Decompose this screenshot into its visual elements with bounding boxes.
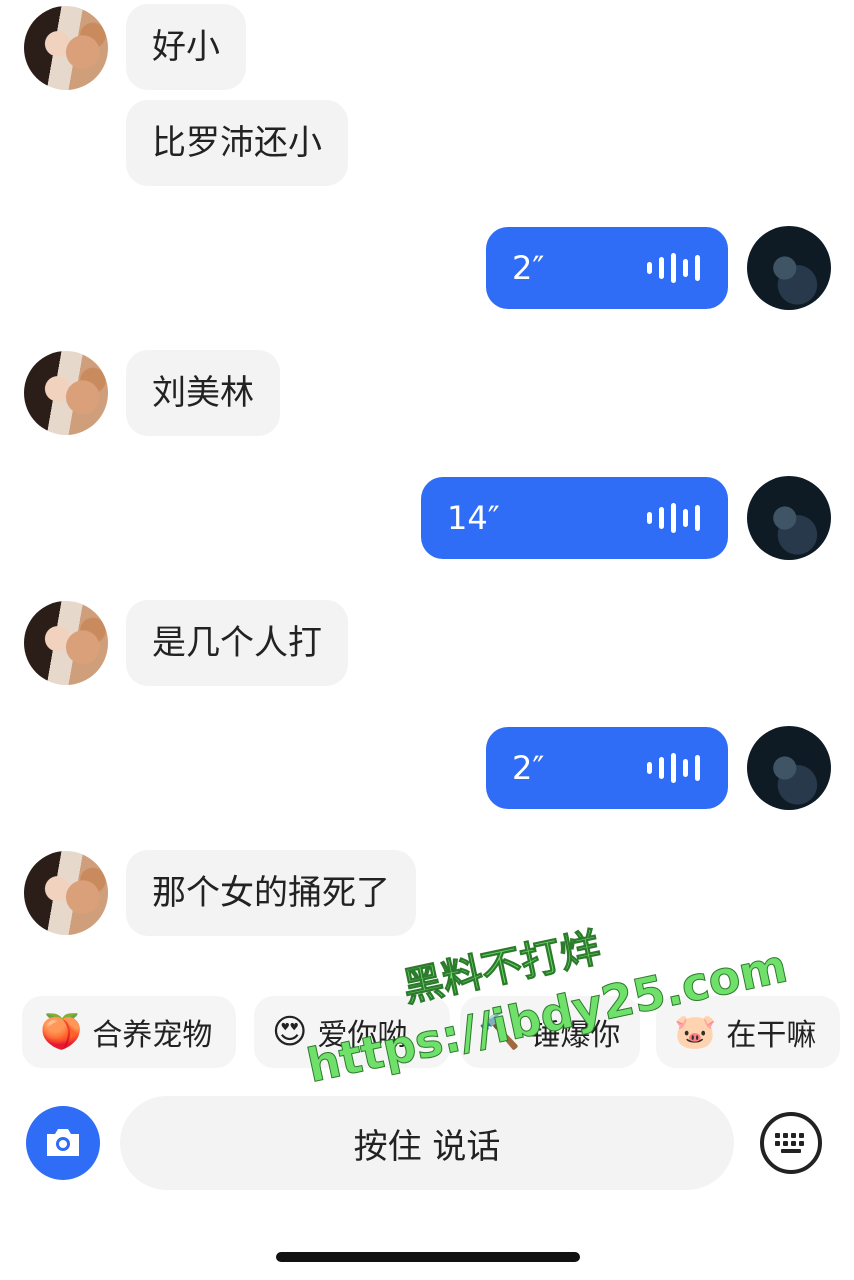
incoming-message-bubble[interactable]: 那个女的捅死了 — [126, 850, 416, 936]
quick-reply-chip[interactable]: 🍑 合养宠物 — [22, 996, 236, 1068]
contact-avatar[interactable] — [24, 601, 108, 685]
outgoing-voice-message[interactable]: 2″ — [486, 727, 728, 809]
voice-wave-icon — [647, 503, 700, 533]
voice-wave-icon — [647, 753, 700, 783]
camera-icon — [47, 1129, 79, 1156]
my-avatar[interactable] — [747, 726, 831, 810]
my-avatar[interactable] — [747, 226, 831, 310]
incoming-message-bubble[interactable]: 是几个人打 — [126, 600, 348, 686]
chip-label: 爱你呦 — [317, 1018, 408, 1053]
keyboard-toggle-button[interactable] — [760, 1112, 822, 1174]
watermark-line: 黑料不打烊 — [399, 924, 605, 1012]
voice-duration: 2″ — [512, 749, 545, 787]
incoming-message-bubble[interactable]: 好小 — [126, 4, 246, 90]
quick-reply-chip[interactable]: 🐷 在干嘛 — [656, 996, 840, 1068]
outgoing-voice-message[interactable]: 2″ — [486, 227, 728, 309]
home-indicator[interactable] — [276, 1252, 580, 1262]
incoming-message-bubble[interactable]: 比罗沛还小 — [126, 100, 348, 186]
incoming-message-bubble[interactable]: 刘美林 — [126, 350, 280, 436]
hammer-emoji-icon: 🔨 — [478, 1012, 521, 1052]
peach-emoji-icon: 🍑 — [40, 1012, 83, 1052]
my-avatar[interactable] — [747, 476, 831, 560]
chip-label: 合养宠物 — [92, 1018, 213, 1053]
chip-label: 在干嘛 — [726, 1018, 817, 1053]
cute-face-emoji-icon: 🐷 — [674, 1012, 717, 1052]
chat-screen: 好小 比罗沛还小 2″ 刘美林 14″ 是几个人打 2″ 那个女的捅死了 🍑 合… — [0, 0, 854, 1280]
contact-avatar[interactable] — [24, 351, 108, 435]
quick-reply-chip[interactable]: 😍 爱你呦 — [254, 996, 450, 1068]
quick-reply-chip[interactable]: 🔨 锤爆你 — [460, 996, 640, 1068]
hold-to-talk-button[interactable]: 按住 说话 — [120, 1096, 734, 1190]
voice-duration: 2″ — [512, 249, 545, 287]
outgoing-voice-message[interactable]: 14″ — [421, 477, 728, 559]
voice-duration: 14″ — [447, 499, 500, 537]
keyboard-icon — [775, 1133, 804, 1153]
chip-label: 锤爆你 — [530, 1018, 621, 1053]
contact-avatar[interactable] — [24, 851, 108, 935]
voice-wave-icon — [647, 253, 700, 283]
camera-button[interactable] — [26, 1106, 100, 1180]
heart-eyes-emoji-icon: 😍 — [272, 1012, 308, 1052]
contact-avatar[interactable] — [24, 6, 108, 90]
